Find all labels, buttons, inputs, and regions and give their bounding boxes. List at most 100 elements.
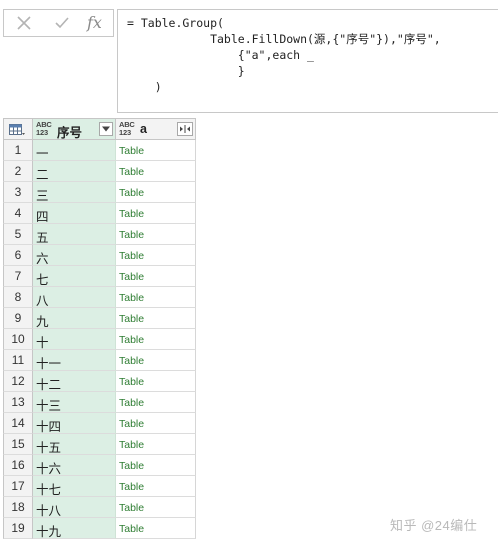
table-row: 4 四 Table [3,203,196,224]
cell-a-table-link[interactable]: Table [116,224,196,245]
row-number[interactable]: 7 [3,266,33,287]
cell-a-table-link[interactable]: Table [116,455,196,476]
row-number[interactable]: 3 [3,182,33,203]
cell-序号[interactable]: 六 [33,245,116,266]
table-row: 1 一 Table [3,140,196,161]
row-number[interactable]: 19 [3,518,33,539]
cell-a-table-link[interactable]: Table [116,371,196,392]
row-number[interactable]: 10 [3,329,33,350]
cell-序号[interactable]: 八 [33,287,116,308]
cell-a-table-link[interactable]: Table [116,140,196,161]
table-row: 6 六 Table [3,245,196,266]
table-row: 18 十八 Table [3,497,196,518]
cell-序号[interactable]: 三 [33,182,116,203]
table-row: 14 十四 Table [3,413,196,434]
cell-序号[interactable]: 五 [33,224,116,245]
table-row: 19 十九 Table [3,518,196,539]
column-title: 序号 [57,126,83,140]
table-icon [9,124,25,135]
cell-a-table-link[interactable]: Table [116,287,196,308]
type-any-icon[interactable]: ABC 123 [119,121,135,137]
row-number[interactable]: 18 [3,497,33,518]
cell-序号[interactable]: 十八 [33,497,116,518]
cell-a-table-link[interactable]: Table [116,392,196,413]
cell-序号[interactable]: 十六 [33,455,116,476]
cell-序号[interactable]: 十三 [33,392,116,413]
table-row: 3 三 Table [3,182,196,203]
cell-序号[interactable]: 一 [33,140,116,161]
table-row: 17 十七 Table [3,476,196,497]
formula-text: = Table.Group( Table.FillDown(源,{"序号"}),… [127,16,441,94]
table-menu-button[interactable] [3,118,33,140]
column-title: a [140,122,147,136]
cell-序号[interactable]: 十五 [33,434,116,455]
cancel-button[interactable] [6,10,42,36]
cell-a-table-link[interactable]: Table [116,308,196,329]
cell-a-table-link[interactable]: Table [116,476,196,497]
table-row: 11 十一 Table [3,350,196,371]
cell-序号[interactable]: 十四 [33,413,116,434]
type-any-icon[interactable]: ABC 123 [36,121,52,137]
row-number[interactable]: 12 [3,371,33,392]
close-icon [17,16,31,30]
cell-序号[interactable]: 七 [33,266,116,287]
row-number[interactable]: 14 [3,413,33,434]
cell-a-table-link[interactable]: Table [116,518,196,539]
row-number[interactable]: 15 [3,434,33,455]
table-row: 8 八 Table [3,287,196,308]
grid-header: ABC 123 序号 ABC 123 a [3,118,196,140]
row-number[interactable]: 4 [3,203,33,224]
table-row: 16 十六 Table [3,455,196,476]
table-row: 15 十五 Table [3,434,196,455]
table-row: 7 七 Table [3,266,196,287]
cell-序号[interactable]: 十七 [33,476,116,497]
check-icon [55,17,69,29]
cell-a-table-link[interactable]: Table [116,497,196,518]
row-number[interactable]: 1 [3,140,33,161]
cell-a-table-link[interactable]: Table [116,413,196,434]
formula-input[interactable]: = Table.Group( Table.FillDown(源,{"序号"}),… [117,9,498,113]
cell-序号[interactable]: 十一 [33,350,116,371]
cell-序号[interactable]: 十二 [33,371,116,392]
cell-a-table-link[interactable]: Table [116,329,196,350]
table-row: 13 十三 Table [3,392,196,413]
expand-columns-icon [180,125,190,133]
chevron-down-icon [102,126,110,132]
data-grid: ABC 123 序号 ABC 123 a 1 一 Table 2 二 Table 3 三 Tab… [3,118,196,539]
table-row: 5 五 Table [3,224,196,245]
row-number[interactable]: 9 [3,308,33,329]
filter-dropdown-button[interactable] [99,122,113,136]
column-header-序号[interactable]: ABC 123 序号 [32,118,116,140]
column-header-a[interactable]: ABC 123 a [115,118,196,140]
cell-序号[interactable]: 十 [33,329,116,350]
row-number[interactable]: 17 [3,476,33,497]
cell-序号[interactable]: 十九 [33,518,116,539]
cell-a-table-link[interactable]: Table [116,434,196,455]
row-number[interactable]: 13 [3,392,33,413]
cell-序号[interactable]: 二 [33,161,116,182]
row-number[interactable]: 11 [3,350,33,371]
cell-a-table-link[interactable]: Table [116,203,196,224]
row-number[interactable]: 6 [3,245,33,266]
cell-a-table-link[interactable]: Table [116,245,196,266]
insert-function-button[interactable]: fx [87,13,102,32]
cell-a-table-link[interactable]: Table [116,161,196,182]
grid-body: 1 一 Table 2 二 Table 3 三 Table 4 四 Table 5 五 Table 6 六 Tab… [3,140,196,539]
table-row: 9 九 Table [3,308,196,329]
formula-bar-buttons: fx [3,9,114,37]
table-row: 2 二 Table [3,161,196,182]
row-number[interactable]: 2 [3,161,33,182]
table-row: 10 十 Table [3,329,196,350]
watermark: 知乎 @24编仕 [390,518,478,533]
row-number[interactable]: 5 [3,224,33,245]
cell-a-table-link[interactable]: Table [116,182,196,203]
expand-column-button[interactable] [177,122,193,136]
cell-序号[interactable]: 九 [33,308,116,329]
cell-a-table-link[interactable]: Table [116,350,196,371]
cell-a-table-link[interactable]: Table [116,266,196,287]
cell-序号[interactable]: 四 [33,203,116,224]
table-row: 12 十二 Table [3,371,196,392]
row-number[interactable]: 8 [3,287,33,308]
commit-button[interactable] [44,10,80,36]
row-number[interactable]: 16 [3,455,33,476]
